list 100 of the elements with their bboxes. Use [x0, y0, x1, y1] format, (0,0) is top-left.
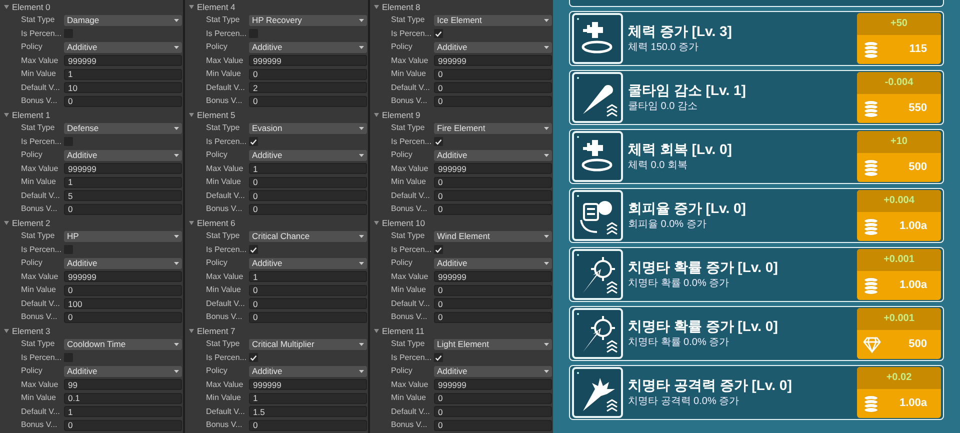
dropdown[interactable]: Additive: [249, 42, 367, 53]
number-field[interactable]: 0: [249, 68, 367, 80]
number-field[interactable]: 0: [249, 190, 367, 202]
number-field[interactable]: 0: [64, 96, 182, 107]
number-field[interactable]: 0: [249, 312, 367, 323]
number-field[interactable]: 999999: [434, 163, 552, 174]
dropdown[interactable]: Fire Element: [434, 122, 552, 134]
foldout-arrow-icon[interactable]: [4, 328, 9, 333]
number-field[interactable]: 999999: [249, 379, 367, 390]
dropdown[interactable]: Additive: [249, 366, 367, 377]
element-header[interactable]: Element 11: [382, 326, 424, 335]
dropdown[interactable]: Additive: [249, 258, 367, 269]
dropdown[interactable]: Evasion: [249, 122, 367, 134]
dropdown[interactable]: Additive: [64, 258, 182, 269]
checkbox[interactable]: [249, 137, 258, 146]
dropdown[interactable]: Additive: [434, 150, 552, 161]
number-field[interactable]: 0: [434, 176, 552, 188]
number-field[interactable]: 0: [434, 204, 552, 215]
dropdown[interactable]: Cooldown Time: [64, 338, 182, 350]
checkbox[interactable]: [434, 29, 443, 38]
checkbox[interactable]: [434, 137, 443, 146]
number-field[interactable]: 999999: [434, 55, 552, 66]
dropdown[interactable]: Critical Chance: [249, 230, 367, 242]
dropdown[interactable]: Additive: [64, 42, 182, 53]
dropdown[interactable]: Ice Element: [434, 14, 552, 26]
element-header[interactable]: Element 2: [12, 218, 50, 227]
element-header[interactable]: Element 10: [382, 218, 425, 227]
number-field[interactable]: 0: [249, 204, 367, 215]
element-header[interactable]: Element 4: [197, 2, 236, 11]
number-field[interactable]: 1: [64, 68, 182, 80]
element-header[interactable]: Element 5: [197, 110, 236, 119]
foldout-arrow-icon[interactable]: [374, 112, 379, 117]
number-field[interactable]: 0: [434, 68, 552, 80]
element-header[interactable]: Element 1: [12, 110, 50, 119]
number-field[interactable]: 999999: [434, 271, 552, 282]
number-field[interactable]: 0: [64, 420, 182, 431]
foldout-arrow-icon[interactable]: [374, 4, 379, 9]
number-field[interactable]: 999999: [249, 55, 367, 66]
number-field[interactable]: 999999: [434, 379, 552, 390]
foldout-arrow-icon[interactable]: [189, 328, 194, 333]
dropdown[interactable]: Defense: [64, 122, 182, 134]
foldout-arrow-icon[interactable]: [374, 220, 379, 225]
number-field[interactable]: 0.1: [64, 392, 182, 404]
foldout-arrow-icon[interactable]: [189, 4, 194, 9]
dropdown[interactable]: Additive: [434, 258, 552, 269]
number-field[interactable]: 999999: [64, 163, 182, 174]
dropdown[interactable]: HP: [64, 230, 182, 242]
number-field[interactable]: 1: [249, 271, 367, 282]
upgrade-card[interactable]: 치명타 확률 증가 [Lv. 0] 치명타 확률 0.0% 증가 +0.001 1.00a: [569, 247, 944, 302]
element-header[interactable]: Element 7: [197, 326, 236, 335]
dropdown[interactable]: HP Recovery: [249, 14, 367, 26]
checkbox[interactable]: [249, 245, 258, 254]
upgrade-card[interactable]: 치명타 공격력 증가 [Lv. 0] 치명타 공격력 0.0% 증가 +0.02 1.00a: [569, 365, 944, 420]
element-header[interactable]: Element 6: [197, 218, 236, 227]
foldout-arrow-icon[interactable]: [4, 112, 9, 117]
dropdown[interactable]: Wind Element: [434, 230, 552, 242]
number-field[interactable]: 0: [249, 96, 367, 107]
number-field[interactable]: 0: [434, 420, 552, 431]
foldout-arrow-icon[interactable]: [4, 220, 9, 225]
element-header[interactable]: Element 8: [382, 2, 420, 11]
number-field[interactable]: 0: [249, 298, 367, 310]
element-header[interactable]: Element 0: [12, 2, 50, 11]
number-field[interactable]: 0: [434, 406, 552, 418]
number-field[interactable]: 2: [249, 82, 367, 94]
foldout-arrow-icon[interactable]: [4, 4, 9, 9]
dropdown[interactable]: Additive: [434, 366, 552, 377]
number-field[interactable]: 0: [434, 82, 552, 94]
upgrade-card[interactable]: 치명타 확률 증가 [Lv. 0] 치명타 확률 0.0% 증가 +0.001 500: [569, 306, 944, 361]
dropdown[interactable]: Critical Multiplier: [249, 338, 367, 350]
number-field[interactable]: 10: [64, 82, 182, 94]
dropdown[interactable]: Additive: [64, 150, 182, 161]
number-field[interactable]: 0: [434, 284, 552, 296]
element-header[interactable]: Element 9: [382, 110, 420, 119]
number-field[interactable]: 999999: [64, 271, 182, 282]
number-field[interactable]: 0: [249, 420, 367, 431]
number-field[interactable]: 0: [434, 190, 552, 202]
upgrade-card[interactable]: 체력 회복 [Lv. 0] 체력 0.0 회복 +10 500: [569, 129, 944, 184]
number-field[interactable]: 0: [64, 204, 182, 215]
number-field[interactable]: 999999: [64, 55, 182, 66]
number-field[interactable]: 0: [434, 392, 552, 404]
dropdown[interactable]: Damage: [64, 14, 182, 26]
number-field[interactable]: 100: [64, 298, 182, 310]
dropdown[interactable]: Additive: [434, 42, 552, 53]
number-field[interactable]: 1: [64, 176, 182, 188]
number-field[interactable]: 0: [64, 284, 182, 296]
dropdown[interactable]: Light Element: [434, 338, 552, 350]
foldout-arrow-icon[interactable]: [374, 328, 379, 333]
dropdown[interactable]: Additive: [249, 150, 367, 161]
upgrade-card[interactable]: 회피율 증가 [Lv. 0] 회피율 0.0% 증가 +0.004 1.00a: [569, 188, 944, 243]
checkbox[interactable]: [434, 245, 443, 254]
upgrade-card[interactable]: 쿨타임 감소 [Lv. 1] 쿨타임 0.0 감소 -0.004 550: [569, 70, 944, 125]
number-field[interactable]: 1: [249, 163, 367, 174]
foldout-arrow-icon[interactable]: [189, 220, 194, 225]
number-field[interactable]: 99: [64, 379, 182, 390]
number-field[interactable]: 0: [434, 298, 552, 310]
upgrade-card[interactable]: 체력 증가 [Lv. 3] 체력 150.0 증가 +50 115: [569, 11, 944, 66]
number-field[interactable]: 1: [64, 406, 182, 418]
number-field[interactable]: 0: [434, 312, 552, 323]
number-field[interactable]: 0: [249, 176, 367, 188]
number-field[interactable]: 0: [434, 96, 552, 107]
